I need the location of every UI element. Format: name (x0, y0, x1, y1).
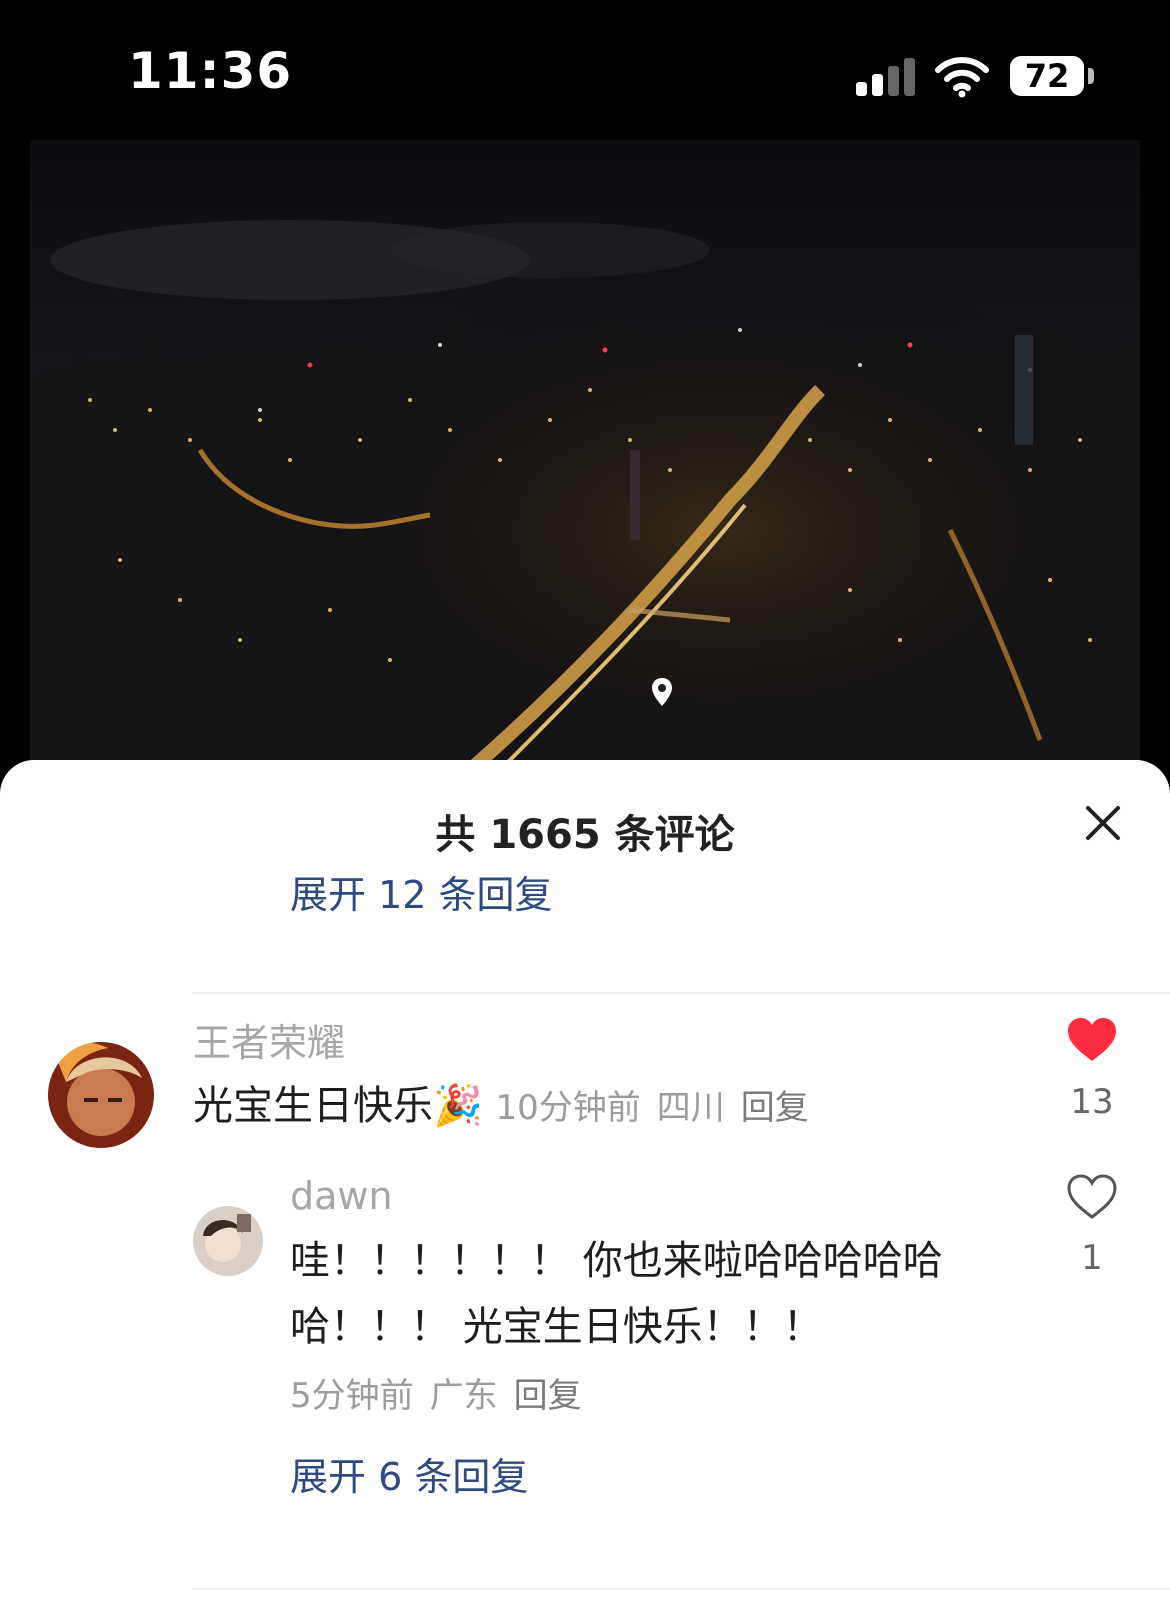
status-bar: 11:36 72 (0, 0, 1170, 140)
reply-button[interactable]: 回复 (741, 1088, 809, 1128)
avatar[interactable] (48, 1042, 154, 1148)
battery-tip (1088, 68, 1094, 84)
reply-time: 5分钟前 (290, 1376, 414, 1416)
close-icon[interactable] (1080, 800, 1126, 846)
heart-filled-icon[interactable] (1066, 1017, 1118, 1063)
divider (192, 1588, 1170, 1590)
reply-text: 哇！！！！！！ 你也来啦哈哈哈哈哈 哈！！！ 光宝生日快乐！！！ (290, 1228, 943, 1360)
like-count: 1 (1081, 1238, 1103, 1278)
video-thumbnail[interactable] (30, 140, 1140, 770)
comment-location: 四川 (656, 1088, 725, 1128)
reply-meta: 5分钟前 广东 回复 (290, 1368, 598, 1417)
cellular-signal-icon (856, 58, 916, 96)
comment-username[interactable]: 王者荣耀 (193, 1012, 345, 1067)
comment-text: 光宝生日快乐🎉 10分钟前 四川 回复 (193, 1073, 825, 1141)
comment-time: 10分钟前 (495, 1088, 641, 1128)
comment-meta: 10分钟前 四川 回复 (496, 1088, 825, 1128)
comments-sheet: 共 1665 条评论 展开 12 条回复 王者荣耀 光宝生日快乐🎉 10分钟前四… (0, 760, 1170, 1616)
reply-username[interactable]: dawn (290, 1174, 393, 1218)
divider (192, 992, 1170, 994)
comment-body: 光宝生日快乐🎉 (193, 1083, 483, 1129)
reply-button[interactable]: 回复 (514, 1376, 582, 1416)
expand-replies-link[interactable]: 展开 6 条回复 (290, 1446, 528, 1501)
reply-location: 广东 (429, 1376, 498, 1416)
avatar[interactable] (193, 1206, 263, 1276)
reply-line-1: 哇！！！！！！ 你也来啦哈哈哈哈哈 (290, 1238, 943, 1284)
location-pin-icon (652, 678, 672, 706)
wifi-icon (935, 57, 989, 98)
heart-outline-icon[interactable] (1066, 1174, 1118, 1220)
expand-replies-link[interactable]: 展开 12 条回复 (290, 864, 553, 919)
city-night-image (30, 140, 1140, 770)
battery-icon: 72 (1010, 56, 1084, 96)
reply-line-2: 哈！！！ 光宝生日快乐！！！ (290, 1304, 823, 1350)
comments-count-title: 共 1665 条评论 (435, 812, 735, 858)
clock: 11:36 (128, 42, 293, 100)
like-count: 13 (1070, 1082, 1114, 1122)
